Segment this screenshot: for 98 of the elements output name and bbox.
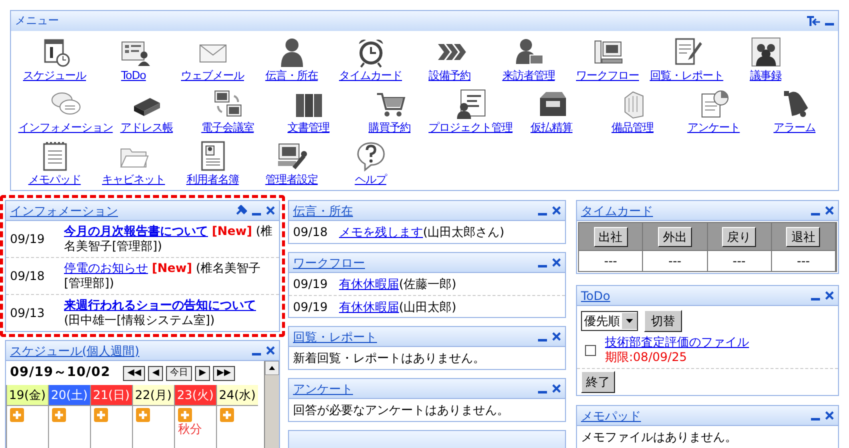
menu-link[interactable]: 回覧・レポート <box>650 68 724 83</box>
close-button[interactable] <box>552 206 561 215</box>
empty-message: 新着回覧・レポートはありません。 <box>292 350 486 367</box>
panel-title-link[interactable]: メモパッド <box>581 406 641 424</box>
info-entry: 来週行われるショーの告知について (田中雄一[情報システム室]) <box>64 298 257 328</box>
date: 09/19 <box>10 231 46 248</box>
close-button[interactable] <box>825 411 834 420</box>
nav-button[interactable]: ◀ <box>148 366 164 380</box>
menu-link[interactable]: メモパッド <box>28 172 81 187</box>
checkbox[interactable] <box>585 344 596 356</box>
sort-dropdown[interactable]: 優先順 <box>581 311 638 331</box>
people-icon[interactable] <box>750 36 782 68</box>
todo-link[interactable]: 技術部査定評価のファイル <box>605 335 749 350</box>
time-cell: --- <box>772 250 836 271</box>
empty-message: メモファイルはありません。 <box>580 429 738 446</box>
info-entry: 停電のお知らせ [New] (椎名美智子[管理部]) <box>64 261 262 291</box>
time-cell: --- <box>643 250 708 271</box>
menu-link[interactable]: 電子会議室 <box>201 120 254 135</box>
menu-link[interactable]: アドレス帳 <box>120 120 173 135</box>
menu-link[interactable]: 購買予約 <box>368 120 410 135</box>
menu-link[interactable]: 伝言・所在 <box>265 68 318 83</box>
panel-title-link[interactable]: ToDo <box>581 286 610 304</box>
menu-link[interactable]: 来訪者管理 <box>502 68 555 83</box>
close-button[interactable] <box>825 206 834 215</box>
punch-button[interactable]: 外出 <box>658 226 692 246</box>
close-button[interactable] <box>552 384 561 393</box>
nav-button[interactable]: ▶ <box>195 366 210 380</box>
workflow-link[interactable]: 有休休暇届 <box>339 300 399 314</box>
date: 09/18 <box>10 268 46 285</box>
panel-title-link[interactable]: アンケート <box>293 380 353 398</box>
empty-message: 回答が必要なアンケートはありません。 <box>292 402 510 419</box>
menu-link[interactable]: ToDo <box>121 68 146 83</box>
finish-button[interactable]: 終了 <box>581 371 615 393</box>
menu-link[interactable]: タイムカード <box>339 68 402 83</box>
day-header: 23(火) <box>175 385 216 405</box>
menu-link[interactable]: 備品管理 <box>612 120 654 135</box>
scroll-up-icon[interactable] <box>265 361 279 375</box>
info-entry: 今月の月次報告書について [New] (椎名美智子[管理部]) <box>64 224 274 254</box>
date: 09/18 <box>293 224 329 241</box>
close-button[interactable] <box>552 258 561 267</box>
deadline: 期限:08/09/25 <box>605 350 688 365</box>
close-button[interactable] <box>825 291 834 300</box>
workflow-link[interactable]: 有休休暇届 <box>339 277 399 291</box>
nav-button[interactable]: ▶▶ <box>213 366 235 380</box>
nav-button[interactable]: 今日 <box>166 366 192 380</box>
nav-button[interactable]: ◀◀ <box>123 366 146 380</box>
menu-link[interactable]: 仮払精算 <box>530 120 572 135</box>
menu-link[interactable]: ウェブメール <box>181 68 244 83</box>
date: 09/13 <box>10 305 46 322</box>
menu-link[interactable]: 利用者名簿 <box>186 172 239 187</box>
date: 09/19 <box>293 298 329 316</box>
info-link[interactable]: 来週行われるショーの告知について <box>64 298 256 312</box>
menu-link[interactable]: 設備予約 <box>428 68 470 83</box>
menu-link[interactable]: プロジェクト管理 <box>428 120 512 135</box>
panel-title: メニュー <box>15 12 59 29</box>
punch-button[interactable]: 退社 <box>786 226 820 246</box>
menu-link[interactable]: 議事録 <box>750 68 782 83</box>
day-header: 21(日) <box>91 385 132 405</box>
punch-button[interactable]: 戻り <box>722 226 756 246</box>
entry-text: メモを残します(山田太郎さん) <box>339 224 504 241</box>
day-header: 22(月) <box>133 385 174 405</box>
info-link[interactable]: 今月の月次報告書について <box>64 224 208 238</box>
time-cell: --- <box>708 250 772 271</box>
date-range: 09/19～10/02 <box>10 364 110 382</box>
day-header: 19(金) <box>7 385 48 405</box>
info-link[interactable]: 停電のお知らせ <box>64 261 148 275</box>
menu-link[interactable]: インフォメーション <box>18 120 113 135</box>
text-arrow-icon[interactable] <box>806 15 820 27</box>
close-button[interactable] <box>266 206 275 215</box>
panel-title-link[interactable]: ワークフロー <box>293 254 365 272</box>
menu-link[interactable]: 管理者設定 <box>265 172 318 187</box>
menu-link[interactable]: ヘルプ <box>354 172 386 187</box>
day-header: 24(水) <box>217 385 258 405</box>
question-bubble-icon[interactable] <box>354 140 386 172</box>
date: 09/19 <box>293 276 329 293</box>
panel-title-link[interactable]: 伝言・所在 <box>293 202 353 220</box>
switch-button[interactable]: 切替 <box>644 310 682 332</box>
chart-person-icon[interactable] <box>454 88 486 120</box>
menu-link[interactable]: アラーム <box>774 120 816 135</box>
close-button[interactable] <box>552 332 561 341</box>
entry-text: 有休休暇届(山田太郎) <box>339 298 456 316</box>
menu-link[interactable]: スケジュール <box>23 68 86 83</box>
entry-text: 有休休暇届(佐藤一郎) <box>339 276 456 293</box>
message-link[interactable]: メモを残します <box>339 225 423 239</box>
panel-title-link[interactable]: 回覧・レポート <box>293 328 377 346</box>
panel-title-link[interactable]: タイムカード <box>581 202 653 220</box>
menu-link[interactable]: アンケート <box>687 120 740 135</box>
time-cell: --- <box>579 250 644 271</box>
panel-title-link[interactable]: スケジュール(個人週間) <box>10 342 140 360</box>
menu-link[interactable]: ワークフロー <box>576 68 639 83</box>
close-button[interactable] <box>266 346 275 355</box>
punch-button[interactable]: 出社 <box>594 226 628 246</box>
menu-link[interactable]: キャビネット <box>102 172 165 187</box>
scrollbar[interactable] <box>264 361 279 448</box>
panel-title-link[interactable]: インフォメーション <box>10 202 118 220</box>
holiday-label: 秋分 <box>178 422 203 436</box>
menu-link[interactable]: 文書管理 <box>288 120 330 135</box>
day-header: 20(土) <box>49 385 90 405</box>
